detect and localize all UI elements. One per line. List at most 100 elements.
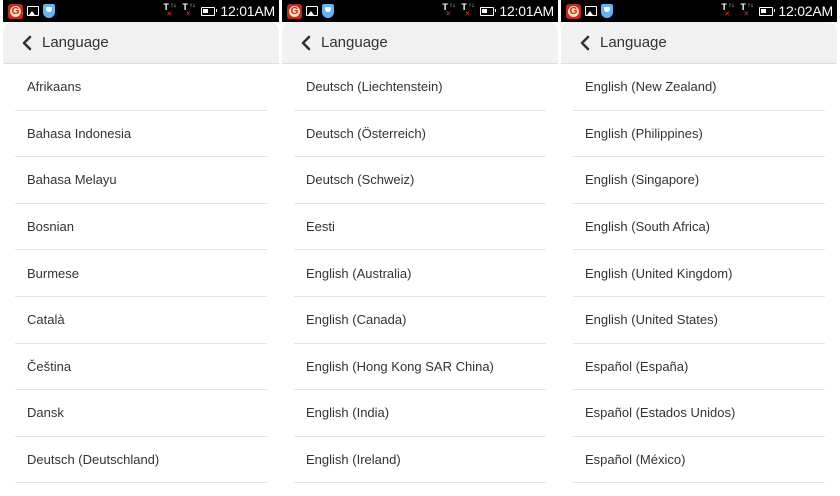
list-item[interactable]: Deutsch (Österreich) bbox=[294, 111, 546, 158]
list-item[interactable]: English (Canada) bbox=[294, 297, 546, 344]
clock: 12:02AM bbox=[778, 3, 833, 19]
battery-icon bbox=[201, 6, 218, 16]
g-app-icon: G bbox=[287, 3, 302, 19]
list-item[interactable]: Eesti bbox=[294, 204, 546, 251]
language-label: English (Philippines) bbox=[585, 125, 703, 141]
clock: 12:01AM bbox=[220, 3, 275, 19]
language-label: English (South Africa) bbox=[585, 219, 711, 235]
shield-icon bbox=[43, 4, 55, 18]
list-item[interactable]: Deutsch (Schweiz) bbox=[294, 157, 546, 204]
language-label: Deutsch (Schweiz) bbox=[306, 172, 415, 188]
app-bar: Language bbox=[282, 22, 558, 64]
phone-screen-1: G T ↑↓ ✕ T ↑↓ ✕ 12:01AM Language Afrikaa… bbox=[3, 0, 279, 496]
list-item[interactable]: Deutsch (Liechtenstein) bbox=[294, 64, 546, 111]
list-item[interactable]: Bosnian bbox=[15, 204, 267, 251]
language-label: Español (México) bbox=[585, 452, 686, 468]
signal-sim2-icon: T ↑↓ ✕ bbox=[182, 2, 196, 19]
list-item[interactable]: Español (España) bbox=[573, 344, 825, 391]
chevron-left-icon bbox=[301, 35, 311, 51]
image-icon bbox=[306, 6, 318, 16]
back-button[interactable] bbox=[294, 31, 318, 55]
language-label: Deutsch (Österreich) bbox=[306, 125, 426, 141]
image-icon bbox=[585, 6, 597, 16]
language-label: English (India) bbox=[306, 405, 390, 421]
back-button[interactable] bbox=[15, 31, 39, 55]
page-title: Language bbox=[42, 34, 109, 51]
list-item[interactable]: Afrikaans bbox=[15, 64, 267, 111]
language-label: English (New Zealand) bbox=[585, 79, 717, 95]
list-item[interactable]: Bahasa Melayu bbox=[15, 157, 267, 204]
clock: 12:01AM bbox=[499, 3, 554, 19]
signal-sim2-icon: T ↑↓ ✕ bbox=[740, 2, 754, 19]
list-item[interactable]: English (United Kingdom) bbox=[573, 250, 825, 297]
notification-icons: G bbox=[566, 3, 613, 19]
list-item[interactable]: English (Philippines) bbox=[573, 111, 825, 158]
back-button[interactable] bbox=[573, 31, 597, 55]
language-label: Español (Estados Unidos) bbox=[585, 405, 736, 421]
chevron-left-icon bbox=[22, 35, 32, 51]
list-item[interactable]: English (Australia) bbox=[294, 250, 546, 297]
signal-sim1-icon: T ↑↓ ✕ bbox=[721, 2, 735, 19]
list-item[interactable]: Burmese bbox=[15, 250, 267, 297]
language-label: English (Singapore) bbox=[585, 172, 700, 188]
language-list: Afrikaans Bahasa Indonesia Bahasa Melayu… bbox=[15, 64, 267, 484]
signal-sim1-icon: T ↑↓ ✕ bbox=[442, 2, 456, 19]
chevron-left-icon bbox=[580, 35, 590, 51]
phone-screen-2: G T ↑↓ ✕ T ↑↓ ✕ 12:01AM Language Deutsch… bbox=[282, 0, 558, 496]
list-item[interactable]: English (Singapore) bbox=[573, 157, 825, 204]
status-bar: G T ↑↓ ✕ T ↑↓ ✕ 12:02AM bbox=[561, 0, 837, 22]
page-title: Language bbox=[600, 34, 667, 51]
language-label: English (Ireland) bbox=[306, 452, 401, 468]
status-bar: G T ↑↓ ✕ T ↑↓ ✕ 12:01AM bbox=[282, 0, 558, 22]
language-label: Deutsch (Liechtenstein) bbox=[306, 79, 443, 95]
list-item[interactable]: Català bbox=[15, 297, 267, 344]
language-label: Dansk bbox=[27, 405, 64, 421]
notification-icons: G bbox=[8, 3, 55, 19]
system-icons: T ↑↓ ✕ T ↑↓ ✕ 12:01AM bbox=[163, 2, 275, 20]
g-app-icon: G bbox=[8, 3, 23, 19]
list-item[interactable]: Español (Estados Unidos) bbox=[573, 390, 825, 437]
language-label: English (United States) bbox=[585, 312, 718, 328]
list-item[interactable]: Español (México) bbox=[573, 437, 825, 484]
language-label: Čeština bbox=[27, 358, 72, 374]
system-icons: T ↑↓ ✕ T ↑↓ ✕ 12:01AM bbox=[442, 2, 554, 20]
app-bar: Language bbox=[561, 22, 837, 64]
language-label: Burmese bbox=[27, 265, 80, 281]
status-bar: G T ↑↓ ✕ T ↑↓ ✕ 12:01AM bbox=[3, 0, 279, 22]
language-list: English (New Zealand) English (Philippin… bbox=[573, 64, 825, 484]
phone-screen-3: G T ↑↓ ✕ T ↑↓ ✕ 12:02AM Language English… bbox=[561, 0, 837, 496]
language-label: Afrikaans bbox=[27, 79, 82, 95]
list-item[interactable]: Bahasa Indonesia bbox=[15, 111, 267, 158]
language-label: English (Australia) bbox=[306, 265, 412, 281]
list-item[interactable]: Dansk bbox=[15, 390, 267, 437]
list-item[interactable]: Čeština bbox=[15, 344, 267, 391]
language-label: Català bbox=[27, 312, 65, 328]
battery-icon bbox=[480, 6, 497, 16]
g-app-icon: G bbox=[566, 3, 581, 19]
list-item[interactable]: English (New Zealand) bbox=[573, 64, 825, 111]
language-label: Eesti bbox=[306, 219, 335, 235]
page-title: Language bbox=[321, 34, 388, 51]
signal-sim1-icon: T ↑↓ ✕ bbox=[163, 2, 177, 19]
image-icon bbox=[27, 6, 39, 16]
notification-icons: G bbox=[287, 3, 334, 19]
language-label: English (Canada) bbox=[306, 312, 407, 328]
shield-icon bbox=[322, 4, 334, 18]
list-item[interactable]: English (Ireland) bbox=[294, 437, 546, 484]
language-label: Bosnian bbox=[27, 219, 74, 235]
system-icons: T ↑↓ ✕ T ↑↓ ✕ 12:02AM bbox=[721, 2, 833, 20]
language-label: Bahasa Melayu bbox=[27, 172, 117, 188]
list-item[interactable]: Deutsch (Deutschland) bbox=[15, 437, 267, 484]
list-item[interactable]: English (South Africa) bbox=[573, 204, 825, 251]
app-bar: Language bbox=[3, 22, 279, 64]
language-label: Español (España) bbox=[585, 358, 689, 374]
list-item[interactable]: English (India) bbox=[294, 390, 546, 437]
language-label: English (United Kingdom) bbox=[585, 265, 733, 281]
language-label: Deutsch (Deutschland) bbox=[27, 452, 160, 468]
list-item[interactable]: English (Hong Kong SAR China) bbox=[294, 344, 546, 391]
language-label: Bahasa Indonesia bbox=[27, 125, 132, 141]
shield-icon bbox=[601, 4, 613, 18]
list-item[interactable]: English (United States) bbox=[573, 297, 825, 344]
language-list: Deutsch (Liechtenstein) Deutsch (Österre… bbox=[294, 64, 546, 484]
battery-icon bbox=[759, 6, 776, 16]
